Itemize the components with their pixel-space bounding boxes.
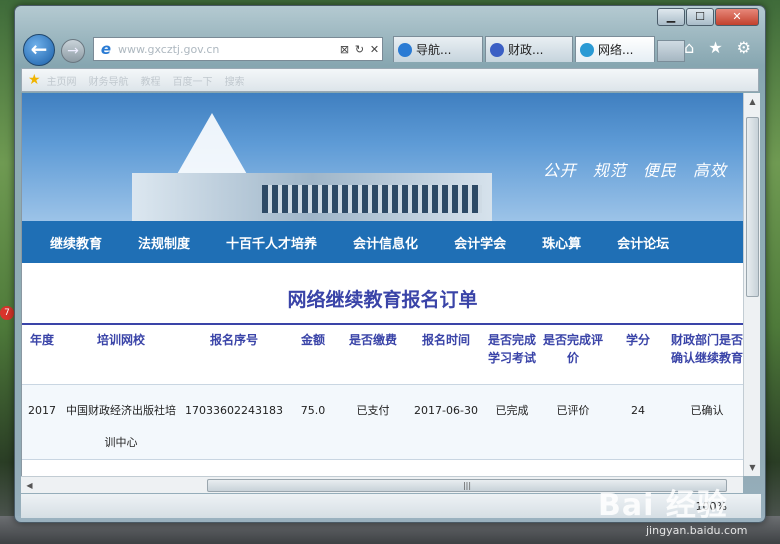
tab-finance[interactable]: 财政... [485, 36, 573, 62]
site-slogan: 公开 规范 便民 高效 [542, 161, 727, 180]
tab-label: 财政... [508, 43, 544, 57]
address-text[interactable]: www.gxcztj.gov.cn [118, 43, 337, 56]
stop-icon[interactable]: ✕ [367, 43, 382, 56]
maximize-button[interactable]: ☐ [686, 8, 714, 26]
tab-label: 导航... [416, 43, 452, 57]
forward-button[interactable]: → [61, 39, 85, 63]
close-window-button[interactable]: ✕ [715, 8, 759, 26]
favorite-link[interactable]: 搜索 [225, 73, 245, 88]
tab-label: 网络... [598, 43, 634, 57]
cell-amount: 75.0 [288, 384, 338, 460]
col-header: 是否完成评价 [540, 323, 606, 385]
refresh-icon[interactable]: ↻ [352, 43, 367, 56]
col-header: 学分 [606, 323, 670, 385]
vertical-scrollbar[interactable]: ▲ ▼ [743, 93, 760, 476]
cell-credits: 24 [606, 384, 670, 460]
tab-favicon-icon [398, 42, 412, 57]
new-tab-button[interactable] [657, 40, 685, 62]
col-header: 报名序号 [180, 323, 288, 385]
cell-date: 2017-06-30 [408, 384, 484, 460]
settings-gear-icon[interactable]: ⚙ [737, 38, 751, 57]
favorite-link[interactable]: 财务导航 [89, 73, 129, 88]
watermark-main: Bai 经验 [598, 488, 728, 523]
cell-year: 2017 [22, 384, 62, 460]
menu-item-accounting-it[interactable]: 会计信息化 [353, 233, 418, 252]
col-header: 是否完成学习考试 [484, 323, 540, 385]
ie-icon: e [100, 40, 112, 58]
menu-item-regulations[interactable]: 法规制度 [138, 233, 190, 252]
menu-item-talent-training[interactable]: 十百千人才培养 [226, 233, 317, 252]
favorites-icon[interactable]: ★ [28, 72, 41, 88]
col-header: 报名时间 [408, 323, 484, 385]
col-header: 金额 [288, 323, 338, 385]
home-icon[interactable]: ⌂ [684, 38, 694, 57]
page-viewport: 公开 规范 便民 高效 继续教育 法规制度 十百千人才培养 会计信息化 会计学会… [21, 93, 743, 476]
navigation-bar: ← → e www.gxcztj.gov.cn ⊠ ↻ ✕ 导航... 财政..… [21, 32, 759, 66]
browser-window: ▁ ☐ ✕ ← → e www.gxcztj.gov.cn ⊠ ↻ ✕ 导航..… [14, 5, 766, 523]
favorite-link[interactable]: 主页网 [47, 73, 77, 88]
toolbar-icons: ⌂ ★ ⚙ [684, 38, 751, 57]
tab-network-active[interactable]: 网络... [575, 36, 655, 62]
menu-item-forum[interactable]: 会计论坛 [617, 233, 669, 252]
tab-favicon-icon [580, 42, 594, 57]
cell-review: 已评价 [540, 384, 606, 460]
back-button[interactable]: ← [23, 34, 55, 66]
favorites-bar: ★ 主页网 财务导航 教程 百度一下 搜索 [21, 68, 759, 92]
tab-nav[interactable]: 导航... [393, 36, 483, 62]
favorites-star-icon[interactable]: ★ [708, 38, 722, 57]
vertical-scroll-thumb[interactable] [746, 117, 759, 297]
site-banner: 公开 规范 便民 高效 [22, 93, 743, 221]
cell-paid: 已支付 [338, 384, 408, 460]
col-header: 财政部门是否确认继续教育 [670, 323, 743, 385]
baidu-watermark: Bai 经验 jingyan.baidu.com [598, 480, 768, 540]
menu-item-abacus[interactable]: 珠心算 [542, 233, 581, 252]
scroll-down-arrow-icon[interactable]: ▼ [744, 459, 761, 476]
col-header: 是否缴费 [338, 323, 408, 385]
cell-serial: 17033602243183 [180, 384, 288, 460]
order-table: 年度 培训网校 报名序号 金额 是否缴费 报名时间 是否完成学习考试 是否完成评… [22, 323, 743, 460]
table-row: 2017 中国财政经济出版社培训中心 17033602243183 75.0 已… [22, 384, 743, 460]
address-bar[interactable]: e www.gxcztj.gov.cn ⊠ ↻ ✕ [93, 37, 383, 61]
favorite-link[interactable]: 百度一下 [173, 73, 213, 88]
favorite-link[interactable]: 教程 [141, 73, 161, 88]
compat-view-icon[interactable]: ⊠ [337, 43, 352, 56]
col-header: 培训网校 [62, 323, 180, 385]
menu-item-continuing-education[interactable]: 继续教育 [50, 233, 102, 252]
cell-confirmed: 已确认 [670, 384, 743, 460]
window-controls: ▁ ☐ ✕ [656, 8, 759, 26]
watermark-sub: jingyan.baidu.com [646, 524, 748, 537]
menu-item-accounting-society[interactable]: 会计学会 [454, 233, 506, 252]
col-header: 年度 [22, 323, 62, 385]
building-windows-graphic [262, 185, 482, 213]
scroll-left-arrow-icon[interactable]: ◀ [21, 477, 38, 494]
page-title: 网络继续教育报名订单 [287, 289, 478, 311]
cell-school: 中国财政经济出版社培训中心 [62, 384, 180, 460]
cell-exam: 已完成 [484, 384, 540, 460]
scroll-up-arrow-icon[interactable]: ▲ [744, 93, 761, 110]
minimize-button[interactable]: ▁ [657, 8, 685, 26]
desktop-notification-badge: 7 [0, 306, 14, 320]
site-menu: 继续教育 法规制度 十百千人才培养 会计信息化 会计学会 珠心算 会计论坛 [22, 221, 743, 263]
tab-favicon-icon [490, 42, 504, 57]
table-header-row: 年度 培训网校 报名序号 金额 是否缴费 报名时间 是否完成学习考试 是否完成评… [22, 323, 743, 385]
